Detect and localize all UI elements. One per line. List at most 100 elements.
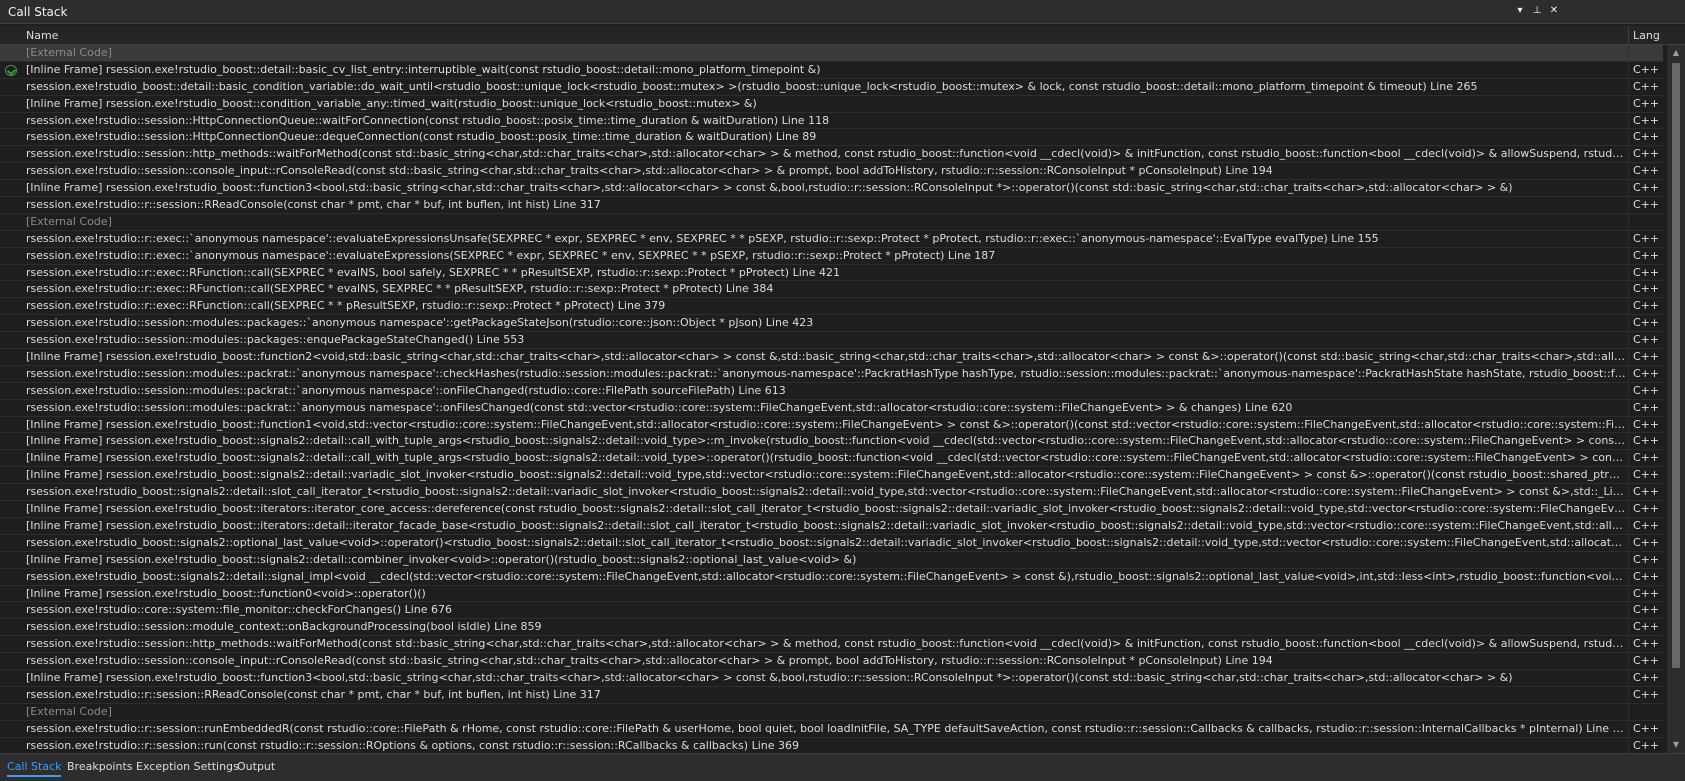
column-divider (1628, 737, 1629, 753)
stack-frame-row[interactable]: rsession.exe!rstudio::r::session::RReadC… (0, 686, 1663, 704)
pin-icon[interactable]: ⊥ (1530, 4, 1544, 18)
stack-frame-row[interactable]: rsession.exe!rstudio_boost::signals2::op… (0, 534, 1663, 552)
frame-gutter (0, 214, 24, 230)
frame-language: C++ (1633, 417, 1660, 431)
stack-frame-row[interactable]: rsession.exe!rstudio::session::http_meth… (0, 146, 1663, 164)
column-divider (1628, 416, 1629, 433)
stack-frame-row[interactable]: rsession.exe!rstudio::r::exec::`anonymou… (0, 247, 1663, 265)
frame-gutter (0, 670, 24, 686)
frame-name: [Inline Frame] rsession.exe!rstudio_boos… (26, 434, 1626, 448)
stack-frame-row[interactable]: [Inline Frame] rsession.exe!rstudio_boos… (0, 551, 1663, 569)
frame-gutter (0, 501, 24, 517)
vertical-scrollbar[interactable]: ▲ ▼ (1667, 45, 1685, 753)
scrollbar-thumb[interactable] (1672, 63, 1680, 668)
external-code-row[interactable]: [External Code] (0, 213, 1663, 231)
stack-frame-row[interactable]: rsession.exe!rstudio::session::console_i… (0, 163, 1663, 181)
stack-frame-row[interactable]: rsession.exe!rstudio::r::exec::RFunction… (0, 281, 1663, 299)
column-divider (1628, 247, 1629, 264)
column-divider[interactable] (1628, 26, 1629, 45)
stack-frame-row[interactable]: rsession.exe!rstudio::r::session::run(co… (0, 737, 1663, 753)
stack-frame-row[interactable]: [Inline Frame] rsession.exe!rstudio_boos… (0, 517, 1663, 535)
tool-window-tabs: Call Stack Breakpoints Exception Settings O… (0, 753, 1685, 781)
column-divider (1628, 230, 1629, 247)
column-header-name[interactable]: Name (26, 29, 58, 42)
stack-frame-row[interactable]: rsession.exe!rstudio::session::modules::… (0, 365, 1663, 383)
frame-language: C++ (1633, 654, 1660, 668)
stack-frame-row[interactable]: rsession.exe!rstudio::session::modules::… (0, 315, 1663, 333)
stack-frame-row[interactable]: [Inline Frame] rsession.exe!rstudio_boos… (0, 349, 1663, 366)
column-divider (1628, 163, 1629, 180)
stack-frame-row[interactable]: [Inline Frame] rsession.exe!rstudio_boos… (0, 450, 1663, 468)
stack-frame-row[interactable]: rsession.exe!rstudio::r::exec::RFunction… (0, 298, 1663, 316)
frame-language: C++ (1633, 535, 1660, 549)
frame-gutter (0, 738, 24, 753)
stack-frame-row[interactable]: rsession.exe!rstudio::session::modules::… (0, 332, 1663, 350)
stack-frame-row[interactable]: rsession.exe!rstudio::session::http_meth… (0, 636, 1663, 654)
frame-gutter (0, 569, 24, 585)
stack-frame-row[interactable]: [Inline Frame] rsession.exe!rstudio_boos… (0, 61, 1663, 79)
frame-gutter (0, 129, 24, 145)
frame-gutter (0, 332, 24, 348)
stack-frame-row[interactable]: rsession.exe!rstudio_boost::signals2::de… (0, 484, 1663, 502)
tab-call-stack[interactable]: Call Stack (7, 760, 62, 777)
frame-name: rsession.exe!rstudio::session::module_co… (26, 620, 542, 634)
stack-frame-row[interactable]: rsession.exe!rstudio_boost::detail::basi… (0, 78, 1663, 96)
stack-frame-row[interactable]: [Inline Frame] rsession.exe!rstudio_boos… (0, 467, 1663, 485)
column-divider (1628, 61, 1629, 78)
tab-label: Output (237, 760, 276, 773)
stack-frame-row[interactable]: rsession.exe!rstudio::core::system::file… (0, 602, 1663, 620)
frame-name: rsession.exe!rstudio::r::exec::RFunction… (26, 299, 666, 313)
tab-output[interactable]: Output (237, 760, 275, 773)
external-code-row[interactable]: [External Code] (0, 45, 1663, 62)
call-stack-list: [External Code] [Inline Frame] rsession.e… (0, 45, 1663, 753)
stack-frame-row[interactable]: [Inline Frame] rsession.exe!rstudio_boos… (0, 585, 1663, 603)
frame-gutter (0, 62, 24, 78)
stack-frame-row[interactable]: rsession.exe!rstudio::r::session::runEmb… (0, 720, 1663, 738)
stack-frame-row[interactable]: rsession.exe!rstudio::r::session::RReadC… (0, 197, 1663, 214)
column-header-language[interactable]: Lang (1633, 29, 1660, 42)
frame-name: rsession.exe!rstudio::core::system::file… (26, 603, 453, 617)
stack-frame-row[interactable]: [Inline Frame] rsession.exe!rstudio_boos… (0, 433, 1663, 451)
column-divider (1628, 585, 1629, 602)
frame-name: rsession.exe!rstudio::r::exec::RFunction… (26, 265, 841, 279)
frame-name: rsession.exe!rstudio::r::session::run(co… (26, 738, 799, 752)
stack-frame-row[interactable]: rsession.exe!rstudio::session::modules::… (0, 382, 1663, 400)
stack-frame-row[interactable]: rsession.exe!rstudio::r::exec::RFunction… (0, 264, 1663, 282)
scroll-down-icon[interactable]: ▼ (1667, 737, 1685, 753)
dropdown-icon[interactable]: ▾ (1513, 4, 1527, 18)
frame-language: C++ (1633, 738, 1660, 752)
frame-gutter (0, 265, 24, 281)
window-title: Call Stack (8, 5, 68, 19)
frame-language: C++ (1633, 62, 1660, 76)
stack-frame-row[interactable]: rsession.exe!rstudio::session::HttpConne… (0, 112, 1663, 130)
column-divider (1628, 146, 1629, 163)
tab-breakpoints[interactable]: Breakpoints (67, 760, 133, 773)
frame-name: rsession.exe!rstudio::session::http_meth… (26, 637, 1626, 651)
column-divider (1628, 129, 1629, 146)
stack-frame-row[interactable]: rsession.exe!rstudio::session::module_co… (0, 619, 1663, 637)
frame-gutter (0, 315, 24, 331)
stack-frame-row[interactable]: rsession.exe!rstudio_boost::signals2::de… (0, 568, 1663, 586)
stack-frame-row[interactable]: rsession.exe!rstudio::session::modules::… (0, 399, 1663, 417)
column-divider (1628, 669, 1629, 686)
stack-frame-row[interactable]: rsession.exe!rstudio::r::exec::`anonymou… (0, 230, 1663, 248)
frame-gutter (0, 349, 24, 365)
stack-frame-row[interactable]: [Inline Frame] rsession.exe!rstudio_boos… (0, 95, 1663, 113)
stack-frame-row[interactable]: [Inline Frame] rsession.exe!rstudio_boos… (0, 180, 1663, 198)
stack-frame-row[interactable]: [Inline Frame] rsession.exe!rstudio_boos… (0, 416, 1663, 434)
frame-language: C++ (1633, 451, 1660, 465)
frame-gutter (0, 619, 24, 635)
frame-name: rsession.exe!rstudio::session::modules::… (26, 383, 786, 397)
frame-language: C++ (1633, 265, 1660, 279)
stack-frame-row[interactable]: rsession.exe!rstudio::session::HttpConne… (0, 129, 1663, 147)
stack-frame-row[interactable]: [Inline Frame] rsession.exe!rstudio_boos… (0, 669, 1663, 687)
column-divider (1628, 298, 1629, 315)
frame-gutter (0, 704, 24, 720)
scroll-up-icon[interactable]: ▲ (1667, 45, 1685, 61)
frame-language: C++ (1633, 569, 1660, 583)
close-icon[interactable]: ✕ (1547, 4, 1561, 18)
stack-frame-row[interactable]: [Inline Frame] rsession.exe!rstudio_boos… (0, 501, 1663, 518)
external-code-row[interactable]: [External Code] (0, 703, 1663, 721)
tab-exception-settings[interactable]: Exception Settings (136, 760, 239, 773)
stack-frame-row[interactable]: rsession.exe!rstudio::session::console_i… (0, 653, 1663, 670)
